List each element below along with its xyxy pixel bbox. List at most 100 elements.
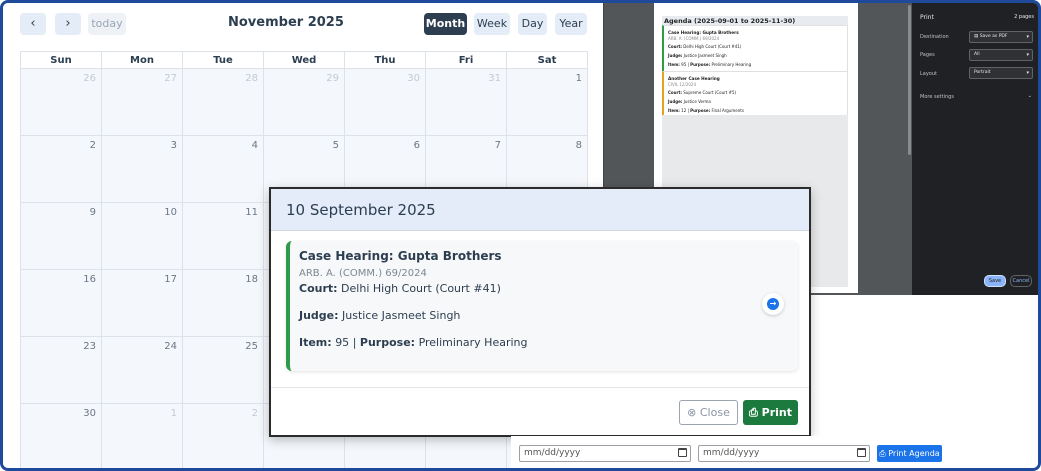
day-cell[interactable]: 25	[183, 337, 264, 404]
day-of-week-label: Thu	[345, 52, 426, 69]
day-cell[interactable]: 3	[102, 136, 183, 203]
close-button[interactable]: ⊗ Close	[679, 400, 738, 425]
layout-label: Layout	[920, 71, 937, 77]
next-month-button[interactable]: ›	[55, 13, 81, 35]
print-settings-sidebar: Print 2 pages Destination ▤ Save as PDF ▾…	[912, 3, 1038, 295]
day-number: 18	[245, 274, 258, 285]
arrow-right-icon: →	[767, 298, 779, 310]
day-number: 30	[83, 408, 96, 419]
day-number: 10	[164, 207, 177, 218]
day-number: 2	[251, 408, 258, 419]
today-button[interactable]: today	[88, 13, 126, 35]
day-number: 30	[407, 73, 420, 84]
calendar-icon[interactable]	[678, 448, 687, 457]
pages-label: Pages	[920, 52, 935, 58]
more-settings-toggle[interactable]: More settings	[920, 94, 954, 100]
view-week-button[interactable]: Week	[474, 13, 510, 35]
save-button[interactable]: Save	[984, 275, 1006, 287]
chevron-down-icon: ▾	[1026, 70, 1029, 76]
day-cell[interactable]: 11	[183, 203, 264, 270]
event-card[interactable]: Case Hearing: Gupta Brothers ARB. A. (CO…	[286, 241, 798, 371]
day-cell[interactable]: 2	[183, 404, 264, 468]
day-cell[interactable]: 23	[21, 337, 102, 404]
day-cell[interactable]: 4	[183, 136, 264, 203]
preview-event-court: Court: Delhi High Court (Court #41)	[668, 44, 742, 49]
day-cell[interactable]: 9	[21, 203, 102, 270]
day-cell[interactable]: 30	[345, 69, 426, 136]
layout-select[interactable]: Portrait ▾	[969, 67, 1033, 79]
day-cell[interactable]: 18	[183, 270, 264, 337]
preview-event-court: Court: Supreme Court (Court #5)	[668, 90, 737, 95]
preview-event-judge: Judge: Justice Verma	[668, 99, 711, 104]
start-date-input[interactable]: mm/dd/yyyy	[519, 445, 691, 462]
view-day-button[interactable]: Day	[518, 13, 547, 35]
prev-month-button[interactable]: ‹	[20, 13, 46, 35]
destination-select[interactable]: ▤ Save as PDF ▾	[969, 31, 1033, 43]
preview-event-item: Item: 12 | Purpose: Final Arguments	[668, 108, 744, 113]
view-month-button[interactable]: Month	[424, 13, 467, 35]
destination-label: Destination	[920, 34, 949, 40]
day-of-week-label: Sun	[21, 52, 102, 69]
day-number: 28	[245, 73, 258, 84]
event-judge: Judge: Justice Jasmeet Singh	[299, 309, 461, 322]
print-agenda-button[interactable]: ⎙ Print Agenda	[877, 445, 942, 462]
day-number: 2	[89, 140, 96, 151]
preview-scrollbar[interactable]	[908, 5, 911, 155]
open-event-button[interactable]: →	[762, 293, 784, 315]
day-number: 23	[83, 341, 96, 352]
preview-event-judge: Judge: Justice Jasmeet Singh	[668, 53, 727, 58]
close-circle-icon: ⊗	[687, 406, 700, 419]
modal-title: 10 September 2025	[286, 201, 436, 219]
day-number: 26	[83, 73, 96, 84]
day-number: 24	[164, 341, 177, 352]
pages-select[interactable]: All ▾	[969, 49, 1033, 61]
day-cell[interactable]: 29	[264, 69, 345, 136]
print-button[interactable]: ⎙ Print	[743, 400, 798, 425]
modal-footer-divider	[271, 387, 809, 388]
end-date-input[interactable]: mm/dd/yyyy	[698, 445, 870, 462]
event-court: Court: Delhi High Court (Court #41)	[299, 282, 501, 295]
day-of-week-label: Wed	[264, 52, 345, 69]
preview-event-item: Item: 95 | Purpose: Preliminary Hearing	[668, 62, 752, 67]
day-number: 5	[332, 140, 339, 151]
day-cell[interactable]: 31	[426, 69, 507, 136]
cancel-button[interactable]: Cancel	[1010, 275, 1032, 287]
preview-event-card: Case Hearing: Gupta Brothers ARB. A. (CO…	[662, 25, 848, 73]
printer-icon: ⎙	[879, 449, 889, 458]
calendar-icon[interactable]	[857, 448, 866, 457]
calendar-title: November 2025	[228, 15, 344, 30]
print-header: Print	[920, 14, 934, 21]
day-of-week-label: Sat	[507, 52, 588, 69]
day-cell[interactable]: 27	[102, 69, 183, 136]
day-number: 7	[494, 140, 501, 151]
preview-event-title: Case Hearing: Gupta Brothers	[668, 30, 739, 35]
day-number: 25	[245, 341, 258, 352]
preview-event-card: Another Case Hearing CIVIL 12/2024 Court…	[662, 71, 848, 119]
day-cell[interactable]: 26	[21, 69, 102, 136]
preview-event-title: Another Case Hearing	[668, 76, 720, 81]
day-number: 1	[575, 73, 582, 84]
day-cell[interactable]: 24	[102, 337, 183, 404]
day-number: 29	[326, 73, 339, 84]
day-number: 16	[83, 274, 96, 285]
day-number: 27	[164, 73, 177, 84]
day-number: 11	[245, 207, 258, 218]
calendar-toolbar: ‹ › today November 2025 Month Week Day Y…	[18, 13, 588, 39]
day-of-week-label: Tue	[183, 52, 264, 69]
page-count: 2 pages	[1014, 14, 1034, 20]
chevron-down-icon: ▾	[1026, 34, 1029, 40]
day-cell[interactable]: 2	[21, 136, 102, 203]
day-number: 3	[170, 140, 177, 151]
day-cell[interactable]: 28	[183, 69, 264, 136]
day-events-modal: 10 September 2025 Case Hearing: Gupta Br…	[269, 187, 811, 437]
day-of-week-label: Fri	[426, 52, 507, 69]
day-cell[interactable]: 30	[21, 404, 102, 468]
day-cell[interactable]: 1	[507, 69, 588, 136]
view-year-button[interactable]: Year	[555, 13, 587, 35]
day-number: 9	[89, 207, 96, 218]
day-cell[interactable]: 16	[21, 270, 102, 337]
day-cell[interactable]: 10	[102, 203, 183, 270]
day-cell[interactable]: 17	[102, 270, 183, 337]
chevron-down-icon: ▾	[1026, 52, 1029, 58]
day-cell[interactable]: 1	[102, 404, 183, 468]
